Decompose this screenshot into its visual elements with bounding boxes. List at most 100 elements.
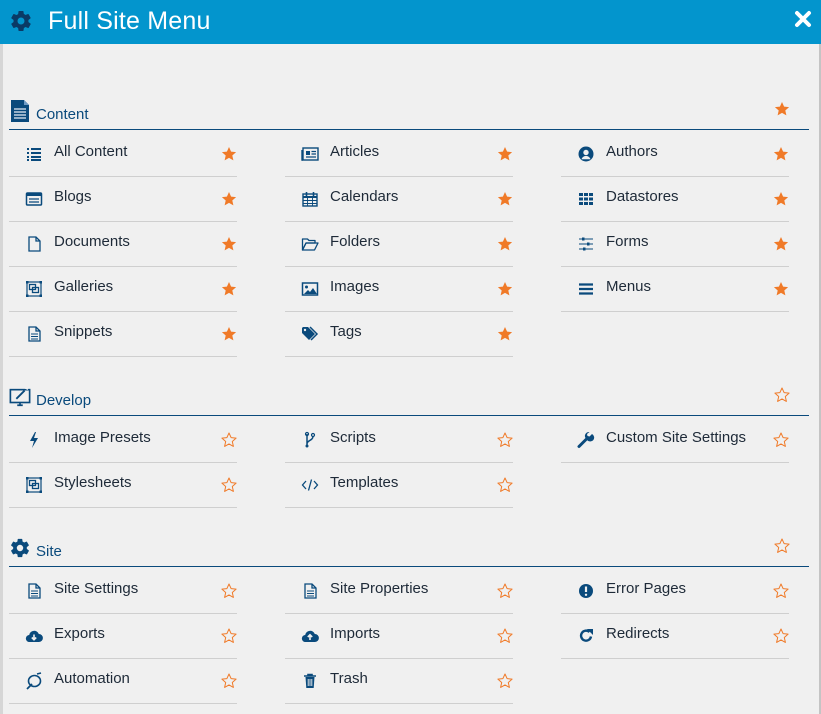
star-filled-icon[interactable] <box>773 236 789 252</box>
star-outline-icon[interactable] <box>773 583 789 599</box>
menu-item-label: Menus <box>606 278 652 295</box>
grid-icon <box>579 193 593 205</box>
menu-item-label: Exports <box>54 625 105 642</box>
document-icon <box>11 100 29 122</box>
star-filled-icon[interactable] <box>221 146 237 162</box>
star-outline-icon[interactable] <box>497 673 513 689</box>
menu-item-label: Authors <box>606 143 658 160</box>
menu-item-label: Site Properties <box>330 580 429 597</box>
menu-item-menus[interactable]: Menus <box>561 267 789 312</box>
tags-icon <box>302 326 319 341</box>
star-filled-icon[interactable] <box>497 281 513 297</box>
menu-item-label: Stylesheets <box>54 474 132 491</box>
menu-item-calendars[interactable]: Calendars <box>285 177 513 222</box>
menu-item-label: Documents <box>54 233 130 250</box>
menu-item-label: Galleries <box>54 278 114 295</box>
menu-item-articles[interactable]: Articles <box>285 132 513 177</box>
file-text-icon <box>28 326 41 342</box>
menu-item-label: Redirects <box>606 625 670 642</box>
star-outline-icon[interactable] <box>221 477 237 493</box>
menu-item-label: Templates <box>330 474 399 491</box>
menu-item-folders[interactable]: Folders <box>285 222 513 267</box>
star-filled-icon[interactable] <box>773 146 789 162</box>
star-outline-icon[interactable] <box>773 628 789 644</box>
menu-item-stylesheets[interactable]: Stylesheets <box>9 463 237 508</box>
section-title: Site <box>36 543 62 560</box>
menu-item-images[interactable]: Images <box>285 267 513 312</box>
section-title: Develop <box>36 392 92 409</box>
gear-icon <box>11 11 31 32</box>
star-outline-icon[interactable] <box>221 432 237 448</box>
menu-item-label: Blogs <box>54 188 92 205</box>
menu-item-site-properties[interactable]: Site Properties <box>285 569 513 614</box>
menu-item-automation[interactable]: Automation <box>9 659 237 704</box>
star-outline-icon[interactable] <box>221 673 237 689</box>
menu-item-documents[interactable]: Documents <box>9 222 237 267</box>
close-icon[interactable] <box>794 10 812 28</box>
star-filled-icon[interactable] <box>497 236 513 252</box>
list-icon <box>27 148 41 161</box>
gallery-icon <box>26 477 42 493</box>
star-outline-icon[interactable] <box>774 538 790 554</box>
automation-icon <box>26 672 42 690</box>
menu-item-blogs[interactable]: Blogs <box>9 177 237 222</box>
menu-item-scripts[interactable]: Scripts <box>285 418 513 463</box>
file-text-icon <box>28 583 41 599</box>
star-filled-icon[interactable] <box>497 191 513 207</box>
menu-item-label: Trash <box>330 670 368 687</box>
star-filled-icon[interactable] <box>773 281 789 297</box>
section-header-content: Content <box>9 100 809 130</box>
star-filled-icon[interactable] <box>774 101 790 117</box>
star-outline-icon[interactable] <box>497 477 513 493</box>
menu-item-templates[interactable]: Templates <box>285 463 513 508</box>
menu-item-forms[interactable]: Forms <box>561 222 789 267</box>
newspaper-icon <box>301 147 319 161</box>
menu-item-site-settings[interactable]: Site Settings <box>9 569 237 614</box>
star-outline-icon[interactable] <box>774 387 790 403</box>
star-filled-icon[interactable] <box>497 146 513 162</box>
menu-item-label: Datastores <box>606 188 679 205</box>
star-filled-icon[interactable] <box>221 191 237 207</box>
star-filled-icon[interactable] <box>221 281 237 297</box>
cloud-upload-icon <box>301 630 319 643</box>
menu-item-all-content[interactable]: All Content <box>9 132 237 177</box>
trash-icon <box>304 673 316 688</box>
menu-item-label: Custom Site Settings <box>606 429 747 446</box>
menu-item-custom-site-settings[interactable]: Custom Site Settings <box>561 418 789 463</box>
folder-open-icon <box>301 238 319 251</box>
menu-item-label: Forms <box>606 233 649 250</box>
menu-item-label: Site Settings <box>54 580 139 597</box>
exclamation-circle-icon <box>579 584 593 598</box>
menu-item-exports[interactable]: Exports <box>9 614 237 659</box>
panel-header: Full Site Menu <box>0 0 821 44</box>
menu-item-label: Folders <box>330 233 381 250</box>
menu-item-error-pages[interactable]: Error Pages <box>561 569 789 614</box>
menu-item-snippets[interactable]: Snippets <box>9 312 237 357</box>
star-filled-icon[interactable] <box>497 326 513 342</box>
file-text-icon <box>304 583 317 599</box>
menu-item-label: Automation <box>54 670 130 687</box>
star-outline-icon[interactable] <box>497 628 513 644</box>
menu-item-trash[interactable]: Trash <box>285 659 513 704</box>
star-outline-icon[interactable] <box>497 583 513 599</box>
star-outline-icon[interactable] <box>221 628 237 644</box>
menu-item-redirects[interactable]: Redirects <box>561 614 789 659</box>
menu-item-image-presets[interactable]: Image Presets <box>9 418 237 463</box>
menu-item-tags[interactable]: Tags <box>285 312 513 357</box>
menu-item-datastores[interactable]: Datastores <box>561 177 789 222</box>
star-outline-icon[interactable] <box>773 432 789 448</box>
star-filled-icon[interactable] <box>221 236 237 252</box>
star-outline-icon[interactable] <box>497 432 513 448</box>
user-circle-icon <box>578 146 594 162</box>
menu-item-authors[interactable]: Authors <box>561 132 789 177</box>
menu-item-galleries[interactable]: Galleries <box>9 267 237 312</box>
menu-item-label: Scripts <box>330 429 376 446</box>
monitor-edit-icon <box>9 385 31 407</box>
star-filled-icon[interactable] <box>221 326 237 342</box>
star-outline-icon[interactable] <box>221 583 237 599</box>
menu-item-imports[interactable]: Imports <box>285 614 513 659</box>
hamburger-icon <box>579 283 593 295</box>
menu-item-label: Images <box>330 278 380 295</box>
section-header-site: Site <box>9 537 809 567</box>
star-filled-icon[interactable] <box>773 191 789 207</box>
